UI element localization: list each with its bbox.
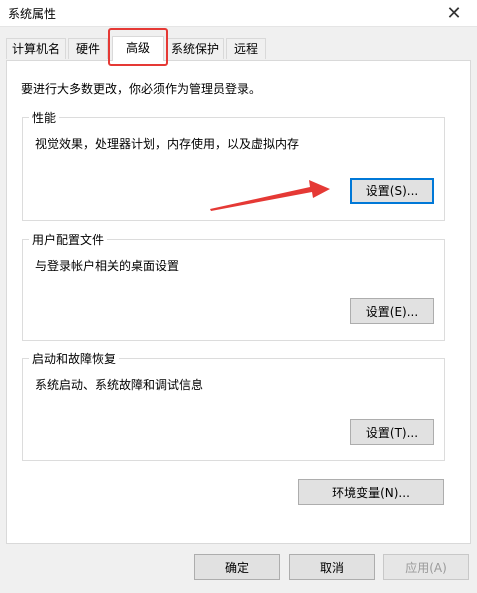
apply-button[interactable]: 应用(A) [383, 554, 469, 580]
user-profiles-group: 用户配置文件 与登录帐户相关的桌面设置 设置(E)... [22, 231, 445, 341]
close-icon[interactable]: ✕ [437, 0, 471, 26]
environment-variables-button[interactable]: 环境变量(N)... [298, 479, 444, 505]
user-profiles-settings-button[interactable]: 设置(E)... [350, 298, 434, 324]
admin-note: 要进行大多数更改，你必须作为管理员登录。 [21, 82, 262, 96]
startup-recovery-settings-button[interactable]: 设置(T)... [350, 419, 434, 445]
title-bar: 系统属性 ✕ [0, 0, 477, 27]
startup-recovery-desc: 系统启动、系统故障和调试信息 [35, 378, 204, 392]
performance-desc: 视觉效果，处理器计划，内存使用，以及虚拟内存 [35, 137, 300, 151]
user-profiles-group-title: 用户配置文件 [29, 231, 108, 248]
tab-computer-name[interactable]: 计算机名 [6, 38, 66, 59]
performance-group-title: 性能 [29, 109, 60, 126]
tab-system-protection[interactable]: 系统保护 [166, 38, 224, 59]
user-profiles-desc: 与登录帐户相关的桌面设置 [35, 259, 180, 273]
red-highlight-box [108, 28, 168, 66]
ok-button[interactable]: 确定 [194, 554, 280, 580]
startup-recovery-group-title: 启动和故障恢复 [29, 350, 120, 367]
performance-settings-button[interactable]: 设置(S)... [350, 178, 434, 204]
window-title: 系统属性 [8, 7, 57, 21]
cancel-button[interactable]: 取消 [289, 554, 375, 580]
startup-recovery-group: 启动和故障恢复 系统启动、系统故障和调试信息 设置(T)... [22, 350, 445, 461]
tab-remote[interactable]: 远程 [226, 38, 266, 59]
tab-hardware[interactable]: 硬件 [68, 38, 108, 59]
red-arrow-icon [210, 180, 330, 211]
